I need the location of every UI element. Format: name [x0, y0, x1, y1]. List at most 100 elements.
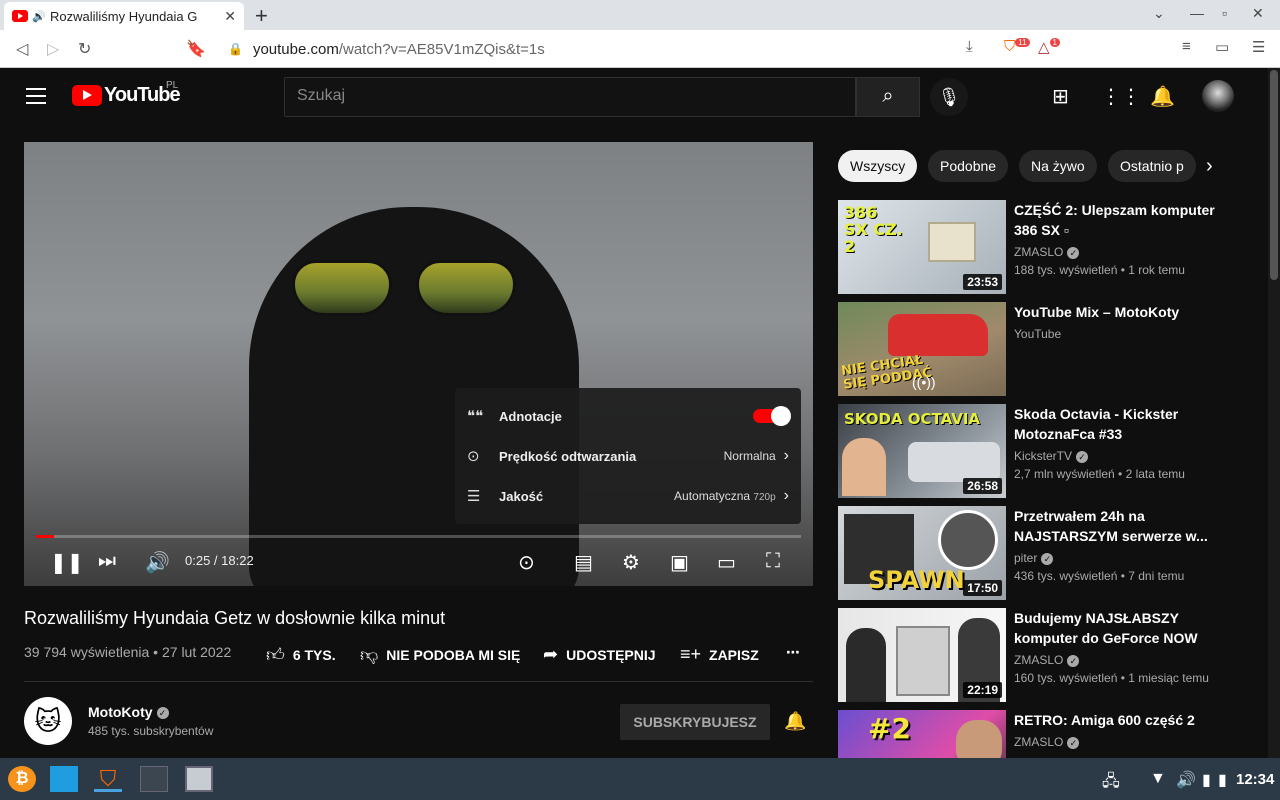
- battery-icon[interactable]: ▮: [1202, 770, 1211, 790]
- duration-badge: 23:53: [963, 274, 1002, 290]
- player-settings-menu: ❝❝ Adnotacje ⊙ Prędkość odtwarzania Norm…: [455, 388, 801, 524]
- presenter-image: [956, 720, 1002, 758]
- recommendation-item[interactable]: #2 RETRO: Amiga 600 część 2 ZMASLO ✓: [838, 710, 1258, 758]
- new-tab-button[interactable]: +: [255, 3, 268, 29]
- desktop-icon[interactable]: [185, 766, 213, 792]
- youtube-masthead: YouTube PL Szukaj ⌕ 🎙 ⊞ ⋮⋮ 🔔: [0, 68, 1268, 124]
- channel-notification-bell-icon[interactable]: 🔔: [784, 711, 806, 732]
- chip-live[interactable]: Na żywo: [1019, 150, 1097, 182]
- chip-related[interactable]: Podobne: [928, 150, 1009, 182]
- user-avatar[interactable]: [1202, 80, 1234, 112]
- close-window-button[interactable]: ✕: [1252, 5, 1264, 22]
- menu-playback-speed[interactable]: ⊙ Prędkość odtwarzania Normalna ›: [455, 436, 801, 476]
- search-button[interactable]: ⌕: [856, 77, 920, 117]
- bitcoin-app-icon[interactable]: ₿: [8, 766, 36, 792]
- browser-toolbar: ◁ ▷ ↻ 🔖 🔒 youtube.com/watch?v=AE85V1mZQi…: [0, 30, 1280, 68]
- channel-name[interactable]: MotoKoty ✓: [88, 704, 169, 720]
- video-thumbnail[interactable]: #2: [838, 710, 1006, 758]
- subtitles-icon[interactable]: ▤: [574, 550, 593, 575]
- duration-badge: 22:19: [963, 682, 1002, 698]
- recommendation-item[interactable]: SKODA OCTAVIA 26:58 Skoda Octavia - Kick…: [838, 404, 1258, 498]
- brave-rewards-icon[interactable]: △ 1: [1038, 38, 1060, 56]
- tab-list-icon[interactable]: ⌄: [1153, 5, 1165, 22]
- quality-resolution: 720p: [753, 492, 776, 503]
- subscribe-button[interactable]: SUBSKRYBUJESZ: [620, 704, 770, 740]
- wallet-icon[interactable]: ▭: [1215, 38, 1229, 56]
- theater-mode-icon[interactable]: ▭: [717, 550, 736, 575]
- brave-browser-icon[interactable]: ⛉: [94, 766, 122, 792]
- close-tab-icon[interactable]: ✕: [224, 8, 236, 25]
- pause-icon[interactable]: ❚❚: [50, 550, 84, 575]
- chip-recent[interactable]: Ostatnio p: [1108, 150, 1196, 182]
- playlist-icon[interactable]: ≡: [1182, 38, 1191, 55]
- video-thumbnail[interactable]: 386 SX CZ. 2 23:53: [838, 200, 1006, 294]
- browser-tab-active[interactable]: 🔊 Rozwaliliśmy Hyundaia G ✕: [4, 2, 244, 30]
- next-video-icon[interactable]: ⏭: [98, 550, 116, 573]
- save-button[interactable]: ≡+ ZAPISZ: [680, 644, 759, 665]
- playlist-add-icon: ≡+: [680, 644, 702, 664]
- speaker-icon[interactable]: 🔊: [32, 10, 46, 23]
- more-actions-icon[interactable]: ⋯: [786, 644, 800, 661]
- car-image: [908, 442, 1000, 482]
- recommendation-item[interactable]: SPAWN 17:50 Przetrwałem 24h na NAJSTARSZ…: [838, 506, 1258, 600]
- back-icon[interactable]: ◁: [16, 39, 28, 59]
- settings-gear-icon[interactable]: ⚙: [622, 550, 640, 575]
- microphone-icon[interactable]: 🎙: [930, 78, 968, 116]
- wifi-icon[interactable]: ▼: [1150, 770, 1166, 788]
- page-scrollbar[interactable]: [1268, 68, 1280, 758]
- recommendation-title: CZĘŚĆ 2: Ulepszam komputer 386 SX ▫: [1014, 202, 1215, 238]
- chevron-right-icon[interactable]: ›: [1206, 155, 1213, 178]
- address-bar[interactable]: 🔒 youtube.com/watch?v=AE85V1mZQis&t=1s: [216, 34, 996, 64]
- brave-shields-icon[interactable]: ⛉ 11: [1004, 38, 1030, 55]
- recommendation-item[interactable]: 386 SX CZ. 2 23:53 CZĘŚĆ 2: Ulepszam kom…: [838, 200, 1258, 294]
- search-input[interactable]: Szukaj: [284, 77, 856, 117]
- share-button[interactable]: ➦ UDOSTĘPNIJ: [543, 644, 656, 665]
- channel-subscribers: 485 tys. subskrybentów: [88, 724, 214, 738]
- browser-tab-strip: 🔊 Rozwaliliśmy Hyundaia G ✕ + ⌄ — ▫ ✕: [0, 0, 1280, 30]
- forward-icon[interactable]: ▷: [47, 39, 59, 59]
- thumbnail-text: SKODA OCTAVIA: [844, 410, 981, 428]
- bookmark-icon[interactable]: 🔖: [186, 39, 206, 59]
- video-thumbnail[interactable]: NIE CHCIAŁ SIĘ PODDAĆ ((•)): [838, 302, 1006, 396]
- volume-icon[interactable]: 🔊: [145, 550, 170, 575]
- share-icon: ➦: [543, 644, 559, 664]
- menu-annotations[interactable]: ❝❝ Adnotacje: [455, 396, 801, 436]
- video-thumbnail[interactable]: SPAWN 17:50: [838, 506, 1006, 600]
- video-thumbnail[interactable]: 22:19: [838, 608, 1006, 702]
- minimize-button[interactable]: —: [1190, 5, 1204, 21]
- presenter-image: [842, 438, 886, 496]
- keyboard-layout-icon[interactable]: ▮: [1218, 770, 1227, 790]
- terminal-icon[interactable]: [140, 766, 168, 792]
- notifications-bell-icon[interactable]: 🔔: [1150, 84, 1175, 109]
- hamburger-menu-icon[interactable]: [26, 88, 46, 109]
- channel-avatar[interactable]: 🐱: [24, 697, 72, 745]
- create-video-icon[interactable]: ⊞: [1052, 84, 1069, 109]
- scrollbar-thumb[interactable]: [1270, 70, 1278, 280]
- menu-icon[interactable]: ☰: [1252, 38, 1265, 56]
- youtube-logo[interactable]: YouTube PL: [72, 80, 181, 107]
- annotations-label: Adnotacje: [499, 408, 562, 424]
- like-button[interactable]: 👍︎ 6 TYS.: [266, 644, 336, 666]
- miniplayer-icon[interactable]: ▣: [670, 550, 689, 575]
- maximize-button[interactable]: ▫: [1222, 5, 1227, 21]
- speed-value: Normalna: [723, 449, 776, 463]
- file-manager-icon[interactable]: [50, 766, 78, 792]
- thumbnail-text: #2: [868, 712, 911, 745]
- autoplay-toggle[interactable]: ⊙: [518, 550, 535, 575]
- menu-quality[interactable]: ☰ Jakość Automatyczna 720p ›: [455, 476, 801, 516]
- video-thumbnail[interactable]: SKODA OCTAVIA 26:58: [838, 404, 1006, 498]
- video-progress-bar[interactable]: [36, 535, 801, 538]
- apps-grid-icon[interactable]: ⋮⋮: [1101, 84, 1141, 109]
- dislike-button[interactable]: 👎︎ NIE PODOBA MI SIĘ: [360, 644, 520, 666]
- volume-tray-icon[interactable]: 🔊: [1176, 770, 1196, 790]
- chip-all[interactable]: Wszyscy: [838, 150, 918, 182]
- fullscreen-icon[interactable]: ⛶: [766, 550, 780, 573]
- annotations-toggle[interactable]: [753, 406, 791, 426]
- reload-icon[interactable]: ↻: [78, 39, 91, 59]
- recommendation-item[interactable]: NIE CHCIAŁ SIĘ PODDAĆ ((•)) YouTube Mix …: [838, 302, 1258, 396]
- recommendation-stats: 436 tys. wyświetleń • 7 dni temu: [1014, 569, 1185, 583]
- usb-device-icon[interactable]: 🖧: [1102, 770, 1120, 797]
- install-icon[interactable]: ⤓: [966, 38, 973, 55]
- recommendation-item[interactable]: 22:19 Budujemy NAJSŁABSZY komputer do Ge…: [838, 608, 1258, 702]
- youtube-favicon-icon: [12, 10, 28, 22]
